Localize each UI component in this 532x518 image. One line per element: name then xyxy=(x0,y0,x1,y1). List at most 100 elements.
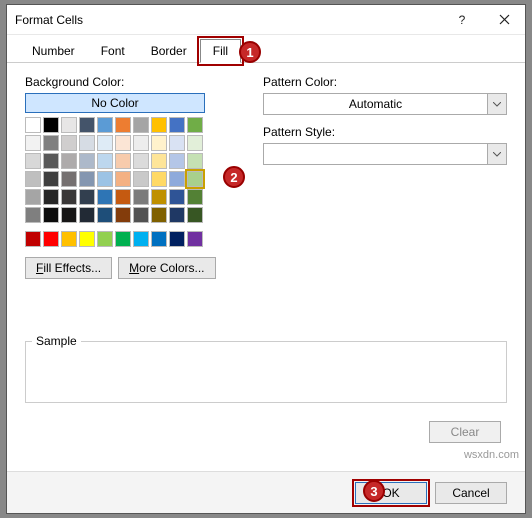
watermark: wsxdn.com xyxy=(464,449,519,461)
color-swatch[interactable] xyxy=(115,231,131,247)
color-swatch[interactable] xyxy=(97,189,113,205)
chevron-down-icon xyxy=(487,93,507,115)
titlebar: Format Cells ? xyxy=(7,5,525,35)
color-swatch[interactable] xyxy=(25,171,41,187)
color-swatch[interactable] xyxy=(43,135,59,151)
color-swatch[interactable] xyxy=(169,189,185,205)
color-swatch[interactable] xyxy=(25,207,41,223)
color-swatch[interactable] xyxy=(61,171,77,187)
color-swatch[interactable] xyxy=(133,207,149,223)
close-button[interactable] xyxy=(483,5,525,35)
color-swatch[interactable] xyxy=(79,207,95,223)
cancel-button[interactable]: Cancel xyxy=(435,482,507,504)
color-swatch[interactable] xyxy=(151,231,167,247)
color-swatch[interactable] xyxy=(61,231,77,247)
color-swatch[interactable] xyxy=(61,117,77,133)
color-swatch[interactable] xyxy=(61,189,77,205)
tab-font[interactable]: Font xyxy=(88,39,138,63)
color-swatch[interactable] xyxy=(97,207,113,223)
color-swatch[interactable] xyxy=(187,171,203,187)
color-swatch[interactable] xyxy=(97,135,113,151)
color-swatch[interactable] xyxy=(115,207,131,223)
tab-fill[interactable]: Fill xyxy=(200,39,241,63)
color-swatch[interactable] xyxy=(43,231,59,247)
color-swatch[interactable] xyxy=(115,117,131,133)
color-swatch[interactable] xyxy=(169,153,185,169)
color-swatch[interactable] xyxy=(115,189,131,205)
pattern-color-select[interactable]: Automatic xyxy=(263,93,507,115)
color-swatch[interactable] xyxy=(133,189,149,205)
sample-label: Sample xyxy=(32,334,81,348)
tabstrip: Number Font Border Fill xyxy=(7,35,525,63)
background-color-label: Background Color: xyxy=(25,75,235,89)
chevron-down-icon xyxy=(487,143,507,165)
color-swatch[interactable] xyxy=(133,117,149,133)
callout-2: 2 xyxy=(223,166,245,188)
color-swatch[interactable] xyxy=(61,153,77,169)
tab-border[interactable]: Border xyxy=(138,39,200,63)
color-swatch[interactable] xyxy=(79,135,95,151)
color-swatch[interactable] xyxy=(151,207,167,223)
color-swatch[interactable] xyxy=(79,189,95,205)
tab-number[interactable]: Number xyxy=(19,39,88,63)
color-swatch[interactable] xyxy=(115,171,131,187)
color-palette xyxy=(25,117,235,223)
color-swatch[interactable] xyxy=(151,117,167,133)
color-swatch[interactable] xyxy=(43,189,59,205)
color-swatch[interactable] xyxy=(79,117,95,133)
color-swatch[interactable] xyxy=(187,135,203,151)
color-swatch[interactable] xyxy=(151,153,167,169)
dialog-footer: OK Cancel xyxy=(7,471,525,513)
color-swatch[interactable] xyxy=(97,153,113,169)
help-button[interactable]: ? xyxy=(441,5,483,35)
more-colors-button[interactable]: More Colors... xyxy=(118,257,215,279)
callout-1: 1 xyxy=(239,41,261,63)
color-swatch[interactable] xyxy=(187,153,203,169)
standard-colors-row xyxy=(25,231,235,247)
pattern-color-label: Pattern Color: xyxy=(263,75,507,89)
color-swatch[interactable] xyxy=(169,231,185,247)
color-swatch[interactable] xyxy=(187,117,203,133)
color-swatch[interactable] xyxy=(97,171,113,187)
color-swatch[interactable] xyxy=(169,207,185,223)
color-swatch[interactable] xyxy=(151,189,167,205)
sample-group: Sample xyxy=(25,341,507,403)
color-swatch[interactable] xyxy=(133,231,149,247)
clear-button[interactable]: Clear xyxy=(429,421,501,443)
pattern-style-select[interactable] xyxy=(263,143,507,165)
color-swatch[interactable] xyxy=(43,117,59,133)
pattern-style-label: Pattern Style: xyxy=(263,125,507,139)
format-cells-dialog: Format Cells ? Number Font Border Fill B… xyxy=(6,4,526,514)
color-swatch[interactable] xyxy=(25,117,41,133)
color-swatch[interactable] xyxy=(151,135,167,151)
color-swatch[interactable] xyxy=(97,231,113,247)
color-swatch[interactable] xyxy=(43,153,59,169)
color-swatch[interactable] xyxy=(43,171,59,187)
color-swatch[interactable] xyxy=(133,171,149,187)
no-color-button[interactable]: No Color xyxy=(25,93,205,113)
fill-effects-button[interactable]: Fill Effects... xyxy=(25,257,112,279)
color-swatch[interactable] xyxy=(169,171,185,187)
color-swatch[interactable] xyxy=(25,135,41,151)
color-swatch[interactable] xyxy=(25,153,41,169)
color-swatch[interactable] xyxy=(43,207,59,223)
color-swatch[interactable] xyxy=(169,117,185,133)
color-swatch[interactable] xyxy=(115,153,131,169)
color-swatch[interactable] xyxy=(115,135,131,151)
color-swatch[interactable] xyxy=(187,231,203,247)
color-swatch[interactable] xyxy=(79,231,95,247)
callout-3: 3 xyxy=(363,480,385,502)
color-swatch[interactable] xyxy=(133,135,149,151)
color-swatch[interactable] xyxy=(61,207,77,223)
color-swatch[interactable] xyxy=(25,189,41,205)
color-swatch[interactable] xyxy=(79,153,95,169)
color-swatch[interactable] xyxy=(187,189,203,205)
color-swatch[interactable] xyxy=(169,135,185,151)
color-swatch[interactable] xyxy=(61,135,77,151)
color-swatch[interactable] xyxy=(151,171,167,187)
color-swatch[interactable] xyxy=(79,171,95,187)
color-swatch[interactable] xyxy=(133,153,149,169)
color-swatch[interactable] xyxy=(97,117,113,133)
color-swatch[interactable] xyxy=(25,231,41,247)
color-swatch[interactable] xyxy=(187,207,203,223)
